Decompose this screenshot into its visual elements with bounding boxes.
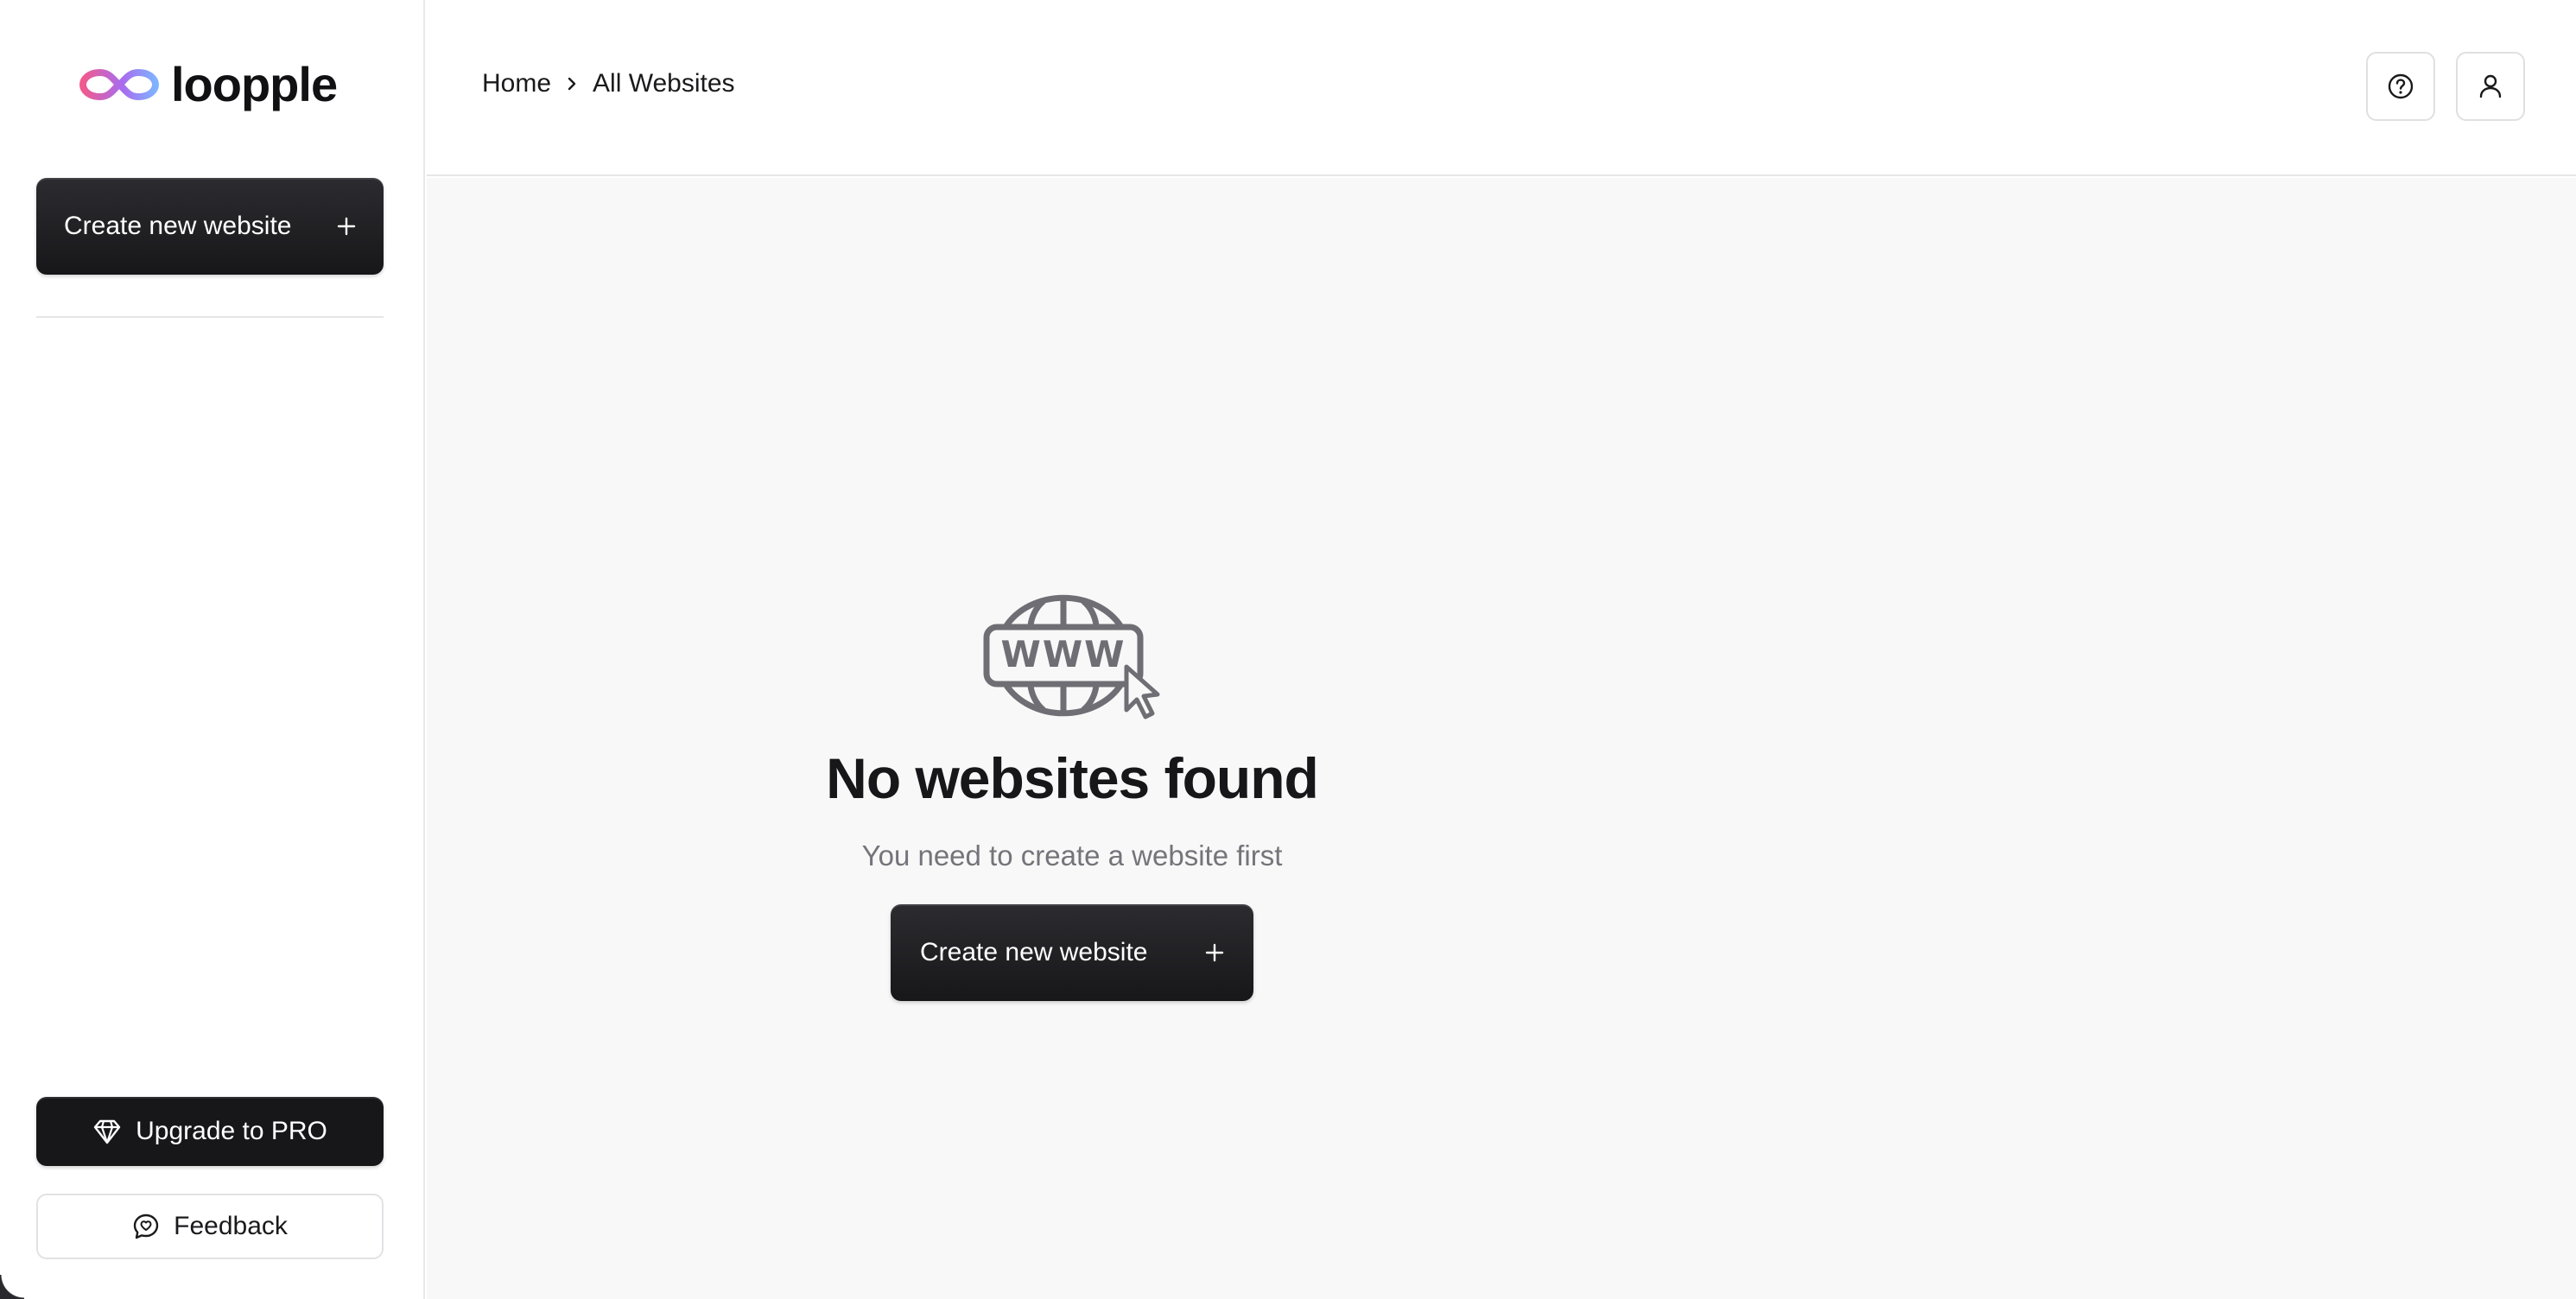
empty-state-title: No websites found [826, 746, 1319, 810]
breadcrumb-all-websites[interactable]: All Websites [593, 69, 735, 98]
gem-icon [93, 1119, 121, 1144]
window-corner [0, 1275, 24, 1299]
upgrade-to-pro-button[interactable]: Upgrade to PRO [36, 1097, 384, 1166]
upgrade-label: Upgrade to PRO [136, 1117, 327, 1145]
logo[interactable]: loopple [79, 57, 338, 112]
sidebar-create-website-button[interactable]: Create new website [36, 178, 384, 275]
plus-icon [337, 217, 356, 236]
empty-state: WWW No websites found You need to create… [427, 591, 1717, 1001]
infinity-logo-icon [79, 68, 159, 101]
help-button[interactable] [2366, 52, 2435, 121]
sidebar: loopple Create new website Upgrade to PR… [0, 0, 425, 1299]
breadcrumb-home[interactable]: Home [482, 69, 551, 98]
sidebar-create-website-label: Create new website [64, 212, 292, 240]
help-icon [2388, 73, 2414, 99]
user-icon [2479, 74, 2502, 98]
user-account-button[interactable] [2456, 52, 2525, 121]
top-header: Home All Websites [427, 0, 2576, 176]
main-content: WWW No websites found You need to create… [427, 178, 2576, 1299]
www-globe-icon: WWW [983, 594, 1160, 719]
empty-state-subtitle: You need to create a website first [861, 840, 1283, 871]
chevron-right-icon [568, 77, 576, 91]
logo-text: loopple [171, 57, 338, 111]
chat-icon [133, 1213, 159, 1239]
feedback-label: Feedback [174, 1212, 288, 1240]
app: loopple Create new website Upgrade to PR… [0, 0, 2576, 1299]
create-new-website-label: Create new website [920, 938, 1148, 966]
feedback-button[interactable]: Feedback [36, 1194, 384, 1259]
plus-icon [1205, 943, 1224, 962]
create-new-website-button[interactable]: Create new website [891, 904, 1253, 1001]
breadcrumb: Home All Websites [482, 69, 735, 98]
www-icon-text: WWW [1001, 633, 1126, 675]
sidebar-divider [36, 316, 384, 318]
